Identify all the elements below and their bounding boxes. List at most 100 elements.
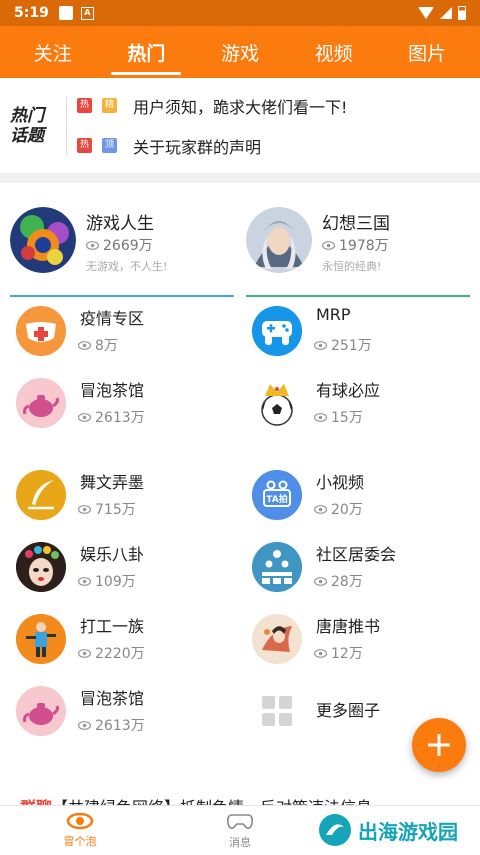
- circle-view-count: 20万: [314, 499, 363, 519]
- circle-item[interactable]: 社区居委会 28万: [248, 537, 473, 597]
- circle-name: 舞文弄墨: [80, 473, 145, 492]
- game-life-avatar-icon: [10, 207, 76, 273]
- circle-item[interactable]: 娱乐八卦 109万: [12, 537, 237, 597]
- mask-icon: [16, 306, 66, 356]
- nav-label: 消息: [229, 836, 251, 849]
- status-time: 5:19: [14, 5, 49, 21]
- top-tab-bar: 关注 热门 游戏 视频 图片: [0, 26, 480, 78]
- circle-item[interactable]: 打工一族 2220万: [12, 609, 237, 669]
- tab-hot[interactable]: 热门: [111, 33, 182, 75]
- featured-underline: [246, 295, 470, 297]
- hot-badge: 热: [77, 98, 92, 113]
- circle-view-count: 2613万: [78, 407, 145, 427]
- tab-images[interactable]: 图片: [400, 33, 454, 72]
- plus-icon: [428, 734, 450, 756]
- status-bar: 5:19 A: [0, 0, 480, 26]
- eye-icon: [314, 504, 327, 514]
- circle-item[interactable]: 舞文弄墨 715万: [12, 465, 237, 525]
- featured-title: 幻想三国: [322, 214, 390, 234]
- nav-label: 冒个泡: [63, 835, 97, 848]
- featured-view-count: 2669万: [86, 235, 153, 255]
- quill-icon: [16, 470, 66, 520]
- hot-topic-title: 用户须知，跪求大佬们看一下!: [133, 97, 348, 117]
- eye-icon: [314, 412, 327, 422]
- circle-name: 唐唐推书: [316, 617, 381, 636]
- circle-item[interactable]: MRP 251万: [248, 301, 473, 361]
- circle-item[interactable]: 有球必应 15万: [248, 373, 473, 433]
- soccer-crown-icon: [252, 378, 302, 428]
- circle-name: 社区居委会: [316, 545, 397, 564]
- bottom-nav: 冒个泡 消息 出海游戏园: [0, 805, 480, 855]
- nav-messages[interactable]: 消息: [160, 806, 320, 855]
- hot-topic-title: 关于玩家群的声明: [133, 137, 262, 157]
- featured-subtitle: 永恒的经典!: [322, 260, 382, 273]
- featured-badge: 精: [102, 98, 117, 113]
- community-icon: [252, 542, 302, 592]
- featured-underline: [10, 295, 234, 297]
- circle-view-count: 251万: [314, 335, 372, 355]
- tab-games[interactable]: 游戏: [213, 33, 267, 72]
- circle-name: 娱乐八卦: [80, 545, 145, 564]
- notification-a-icon: A: [80, 6, 94, 20]
- tab-follow[interactable]: 关注: [26, 33, 80, 72]
- circle-item[interactable]: 冒泡茶馆 2613万: [12, 681, 237, 741]
- circle-name: 小视频: [316, 473, 365, 492]
- hot-topic-row[interactable]: 热 顶 关于玩家群的声明: [77, 134, 480, 158]
- notification-square-icon: [58, 6, 73, 20]
- featured-circle-youxirensheng[interactable]: 游戏人生 2669万 无游戏，不人生!: [10, 207, 234, 301]
- eye-icon: [314, 576, 327, 586]
- featured-subtitle: 无游戏，不人生!: [86, 260, 168, 273]
- worker-icon: [16, 614, 66, 664]
- circle-view-count: 109万: [78, 571, 136, 591]
- circle-item[interactable]: 唐唐推书 12万: [248, 609, 473, 669]
- ta-video-icon: TA拍: [252, 470, 302, 520]
- circle-item[interactable]: TA拍 小视频 20万: [248, 465, 473, 525]
- circle-view-count: 2613万: [78, 715, 145, 735]
- circle-name: 打工一族: [80, 617, 145, 636]
- eye-icon: [86, 240, 99, 250]
- circle-item[interactable]: 疫情专区 8万: [12, 301, 237, 361]
- featured-circle-huanxiangsanguo[interactable]: 幻想三国 1978万 永恒的经典!: [246, 207, 470, 301]
- gamepad-outline-icon: [227, 814, 253, 829]
- teapot-icon: [16, 378, 66, 428]
- hot-topic-row[interactable]: 热 精 用户须知，跪求大佬们看一下!: [77, 94, 480, 118]
- watermark-text: 出海游戏园: [358, 819, 458, 844]
- circle-view-count: 15万: [314, 407, 363, 427]
- battery-icon: [458, 6, 466, 20]
- grid-more-icon: [252, 686, 302, 736]
- signal-icon: [440, 7, 452, 19]
- circle-name: MRP: [316, 305, 351, 324]
- pinned-badge: 顶: [102, 138, 117, 153]
- hot-topics-logo: 热门 话题: [10, 105, 44, 146]
- circle-view-count: 715万: [78, 499, 136, 519]
- watermark: 出海游戏园: [318, 813, 458, 847]
- ta-video-label: TA拍: [266, 495, 288, 505]
- section-gap: [0, 173, 480, 183]
- featured-title: 游戏人生: [86, 214, 154, 234]
- eye-icon: [66, 812, 94, 830]
- teapot-icon: [16, 686, 66, 736]
- circle-view-count: 12万: [314, 643, 363, 663]
- hot-topics-panel: 热门 话题 热 精 用户须知，跪求大佬们看一下! 热 顶 关于玩家群的声明: [0, 78, 480, 173]
- circle-name: 疫情专区: [80, 309, 145, 328]
- eye-icon: [78, 720, 91, 730]
- circles-card: 游戏人生 2669万 无游戏，不人生! 幻想三国 1978万 永恒的经典! 疫情…: [0, 183, 480, 783]
- warrior-avatar-icon: [246, 207, 312, 273]
- opera-face-icon: [16, 542, 66, 592]
- add-post-button[interactable]: [412, 718, 466, 772]
- circle-name: 冒泡茶馆: [80, 689, 145, 708]
- tab-videos[interactable]: 视频: [307, 33, 361, 72]
- circle-view-count: 28万: [314, 571, 363, 591]
- eye-icon: [78, 576, 91, 586]
- circle-name: 冒泡茶馆: [80, 381, 145, 400]
- circle-name: 有球必应: [316, 381, 381, 400]
- circle-view-count: 8万: [78, 335, 118, 355]
- eye-icon: [314, 340, 327, 350]
- eye-icon: [78, 648, 91, 658]
- more-circles-label: 更多圈子: [316, 701, 381, 720]
- circle-item[interactable]: 冒泡茶馆 2613万: [12, 373, 237, 433]
- hot-badge: 热: [77, 138, 92, 153]
- painting-icon: [252, 614, 302, 664]
- nav-maogepao[interactable]: 冒个泡: [0, 806, 160, 855]
- watermark-logo-icon: [319, 814, 351, 846]
